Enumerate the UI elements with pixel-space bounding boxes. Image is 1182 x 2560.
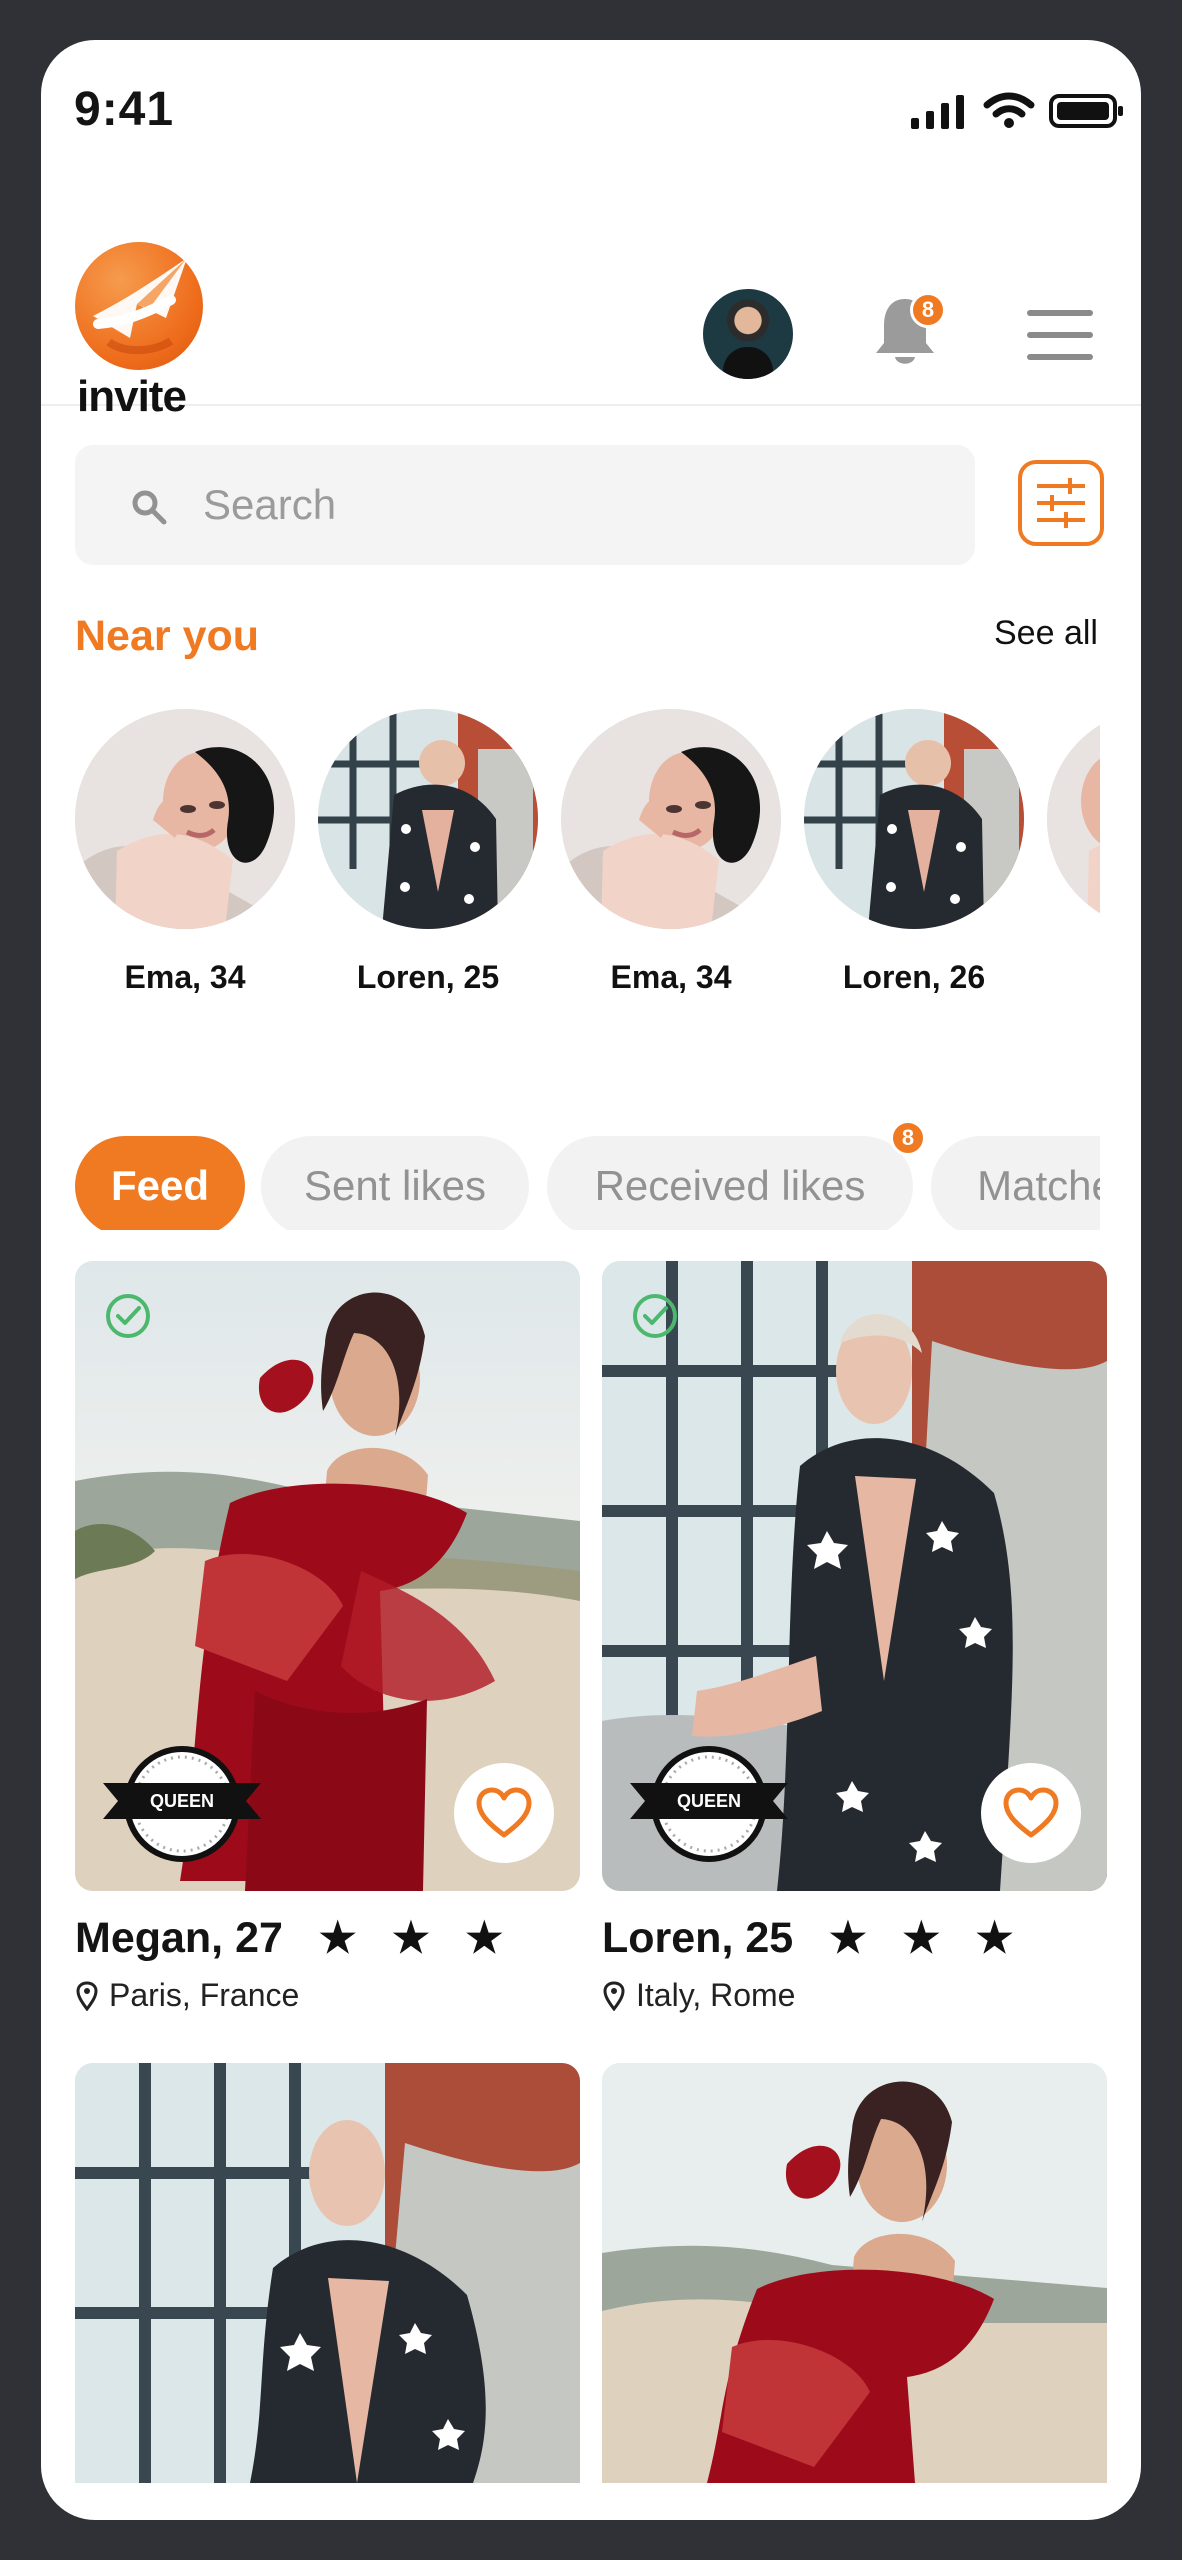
user-avatar[interactable] bbox=[701, 287, 795, 381]
near-profile-loren[interactable]: Loren, 25 bbox=[318, 709, 538, 1009]
app-header: invite 8 bbox=[41, 190, 1141, 421]
tab-received-likes[interactable]: Received likes bbox=[547, 1136, 913, 1230]
woman-red-dress-photo: QUEEN bbox=[75, 1261, 580, 1891]
wifi-icon bbox=[983, 92, 1035, 128]
invite-logo[interactable]: invite bbox=[75, 242, 205, 421]
near-profile-name: Ema, 34 bbox=[124, 959, 246, 995]
queen-badge-label: QUEEN bbox=[677, 1791, 741, 1811]
woman-red-dress-photo bbox=[602, 2063, 1107, 2483]
status-icons bbox=[911, 92, 1125, 130]
search-placeholder: Search bbox=[203, 481, 337, 528]
woman-star-jacket-photo: QUEEN bbox=[602, 1261, 1107, 1891]
status-time: 9:41 bbox=[74, 83, 175, 136]
queen-badge-label: QUEEN bbox=[150, 1791, 214, 1811]
queen-badge: QUEEN bbox=[630, 1743, 788, 1865]
search-icon bbox=[132, 490, 167, 525]
rating-stars: ★ ★ ★ bbox=[829, 1914, 1026, 1961]
near-profile-loren[interactable]: Loren, 26 bbox=[804, 709, 1024, 1009]
profile-card-megan[interactable]: QUEEN Megan, 27 ★ ★ ★ Paris, France bbox=[75, 1261, 580, 2013]
near-profile-ema[interactable]: Ema, 34 bbox=[75, 709, 295, 1009]
near-profile-partial[interactable]: E bbox=[1047, 709, 1100, 1009]
woman-star-jacket-photo bbox=[804, 709, 1024, 929]
search-input[interactable]: Search bbox=[75, 445, 975, 565]
near-profile-name: Loren, 25 bbox=[356, 959, 500, 995]
status-bar: 9:41 bbox=[41, 40, 1141, 190]
woman-white-top-photo bbox=[75, 709, 295, 929]
near-profile-name: E bbox=[1047, 959, 1100, 996]
verified-check-icon bbox=[103, 1291, 153, 1341]
battery-icon bbox=[1049, 94, 1123, 128]
near-profile-ema[interactable]: Ema, 34 bbox=[561, 709, 781, 1009]
woman-white-top-photo bbox=[561, 709, 781, 929]
profile-location: Paris, France bbox=[75, 1977, 299, 2014]
notifications-button[interactable]: 8 bbox=[870, 292, 946, 374]
tab-feed[interactable]: Feed bbox=[75, 1136, 245, 1230]
hamburger-menu-button[interactable] bbox=[1027, 310, 1095, 360]
woman-star-jacket-photo bbox=[318, 709, 538, 929]
tab-matches[interactable]: Matche bbox=[931, 1136, 1100, 1230]
notification-badge: 8 bbox=[910, 292, 946, 328]
profile-card-loren[interactable]: QUEEN Loren, 25 ★ ★ ★ Italy, Rome bbox=[602, 1261, 1107, 2013]
location-pin-icon bbox=[76, 1980, 98, 2011]
like-button[interactable] bbox=[981, 1763, 1081, 1863]
profile-name-line: Loren, 25 ★ ★ ★ bbox=[602, 1913, 1025, 1963]
heart-icon bbox=[476, 1787, 532, 1838]
phone-screen: 9:41 invite 8 Search Near you See all Em… bbox=[41, 40, 1141, 2520]
like-button[interactable] bbox=[454, 1763, 554, 1863]
paper-plane-icon bbox=[75, 242, 203, 370]
near-profile-name: Loren, 26 bbox=[842, 959, 986, 995]
verified-check-icon bbox=[630, 1291, 680, 1341]
avatar-shoulders bbox=[723, 347, 773, 379]
feed-tabs: Feed Sent likes Received likes 8 Matche bbox=[75, 1120, 1100, 1230]
location-pin-icon bbox=[603, 1980, 625, 2011]
profile-card-partial-right[interactable] bbox=[602, 2063, 1107, 2483]
profile-card-partial-left[interactable] bbox=[75, 2063, 580, 2483]
heart-icon bbox=[1003, 1787, 1059, 1838]
menu-line-middle bbox=[1027, 332, 1093, 338]
near-you-list: Ema, 34 Loren, 25 Ema, 34 Loren, 26 bbox=[75, 709, 1100, 1009]
near-profile-name: Ema, 34 bbox=[610, 959, 732, 995]
profile-name: Loren, 25 bbox=[602, 1914, 794, 1962]
cellular-signal-icon bbox=[911, 95, 964, 129]
filter-sliders-icon bbox=[1037, 478, 1085, 528]
profile-name: Megan, 27 bbox=[75, 1914, 283, 1962]
app-name: invite bbox=[77, 372, 187, 421]
profile-location-text: Italy, Rome bbox=[636, 1977, 796, 2013]
profile-location: Italy, Rome bbox=[602, 1977, 795, 2014]
rating-stars: ★ ★ ★ bbox=[318, 1914, 516, 1961]
filter-button[interactable] bbox=[1018, 460, 1104, 546]
tab-sent-likes[interactable]: Sent likes bbox=[261, 1136, 529, 1230]
queen-badge: QUEEN bbox=[103, 1743, 261, 1865]
menu-line-top bbox=[1027, 310, 1093, 316]
profile-name-line: Megan, 27 ★ ★ ★ bbox=[75, 1913, 515, 1963]
woman-white-top-photo bbox=[1047, 709, 1100, 929]
woman-star-jacket-photo bbox=[75, 2063, 580, 2483]
menu-line-bottom bbox=[1027, 354, 1093, 360]
see-all-link[interactable]: See all bbox=[994, 614, 1098, 653]
near-you-title: Near you bbox=[75, 612, 260, 660]
received-likes-badge: 8 bbox=[890, 1120, 926, 1156]
profile-location-text: Paris, France bbox=[109, 1977, 300, 2013]
